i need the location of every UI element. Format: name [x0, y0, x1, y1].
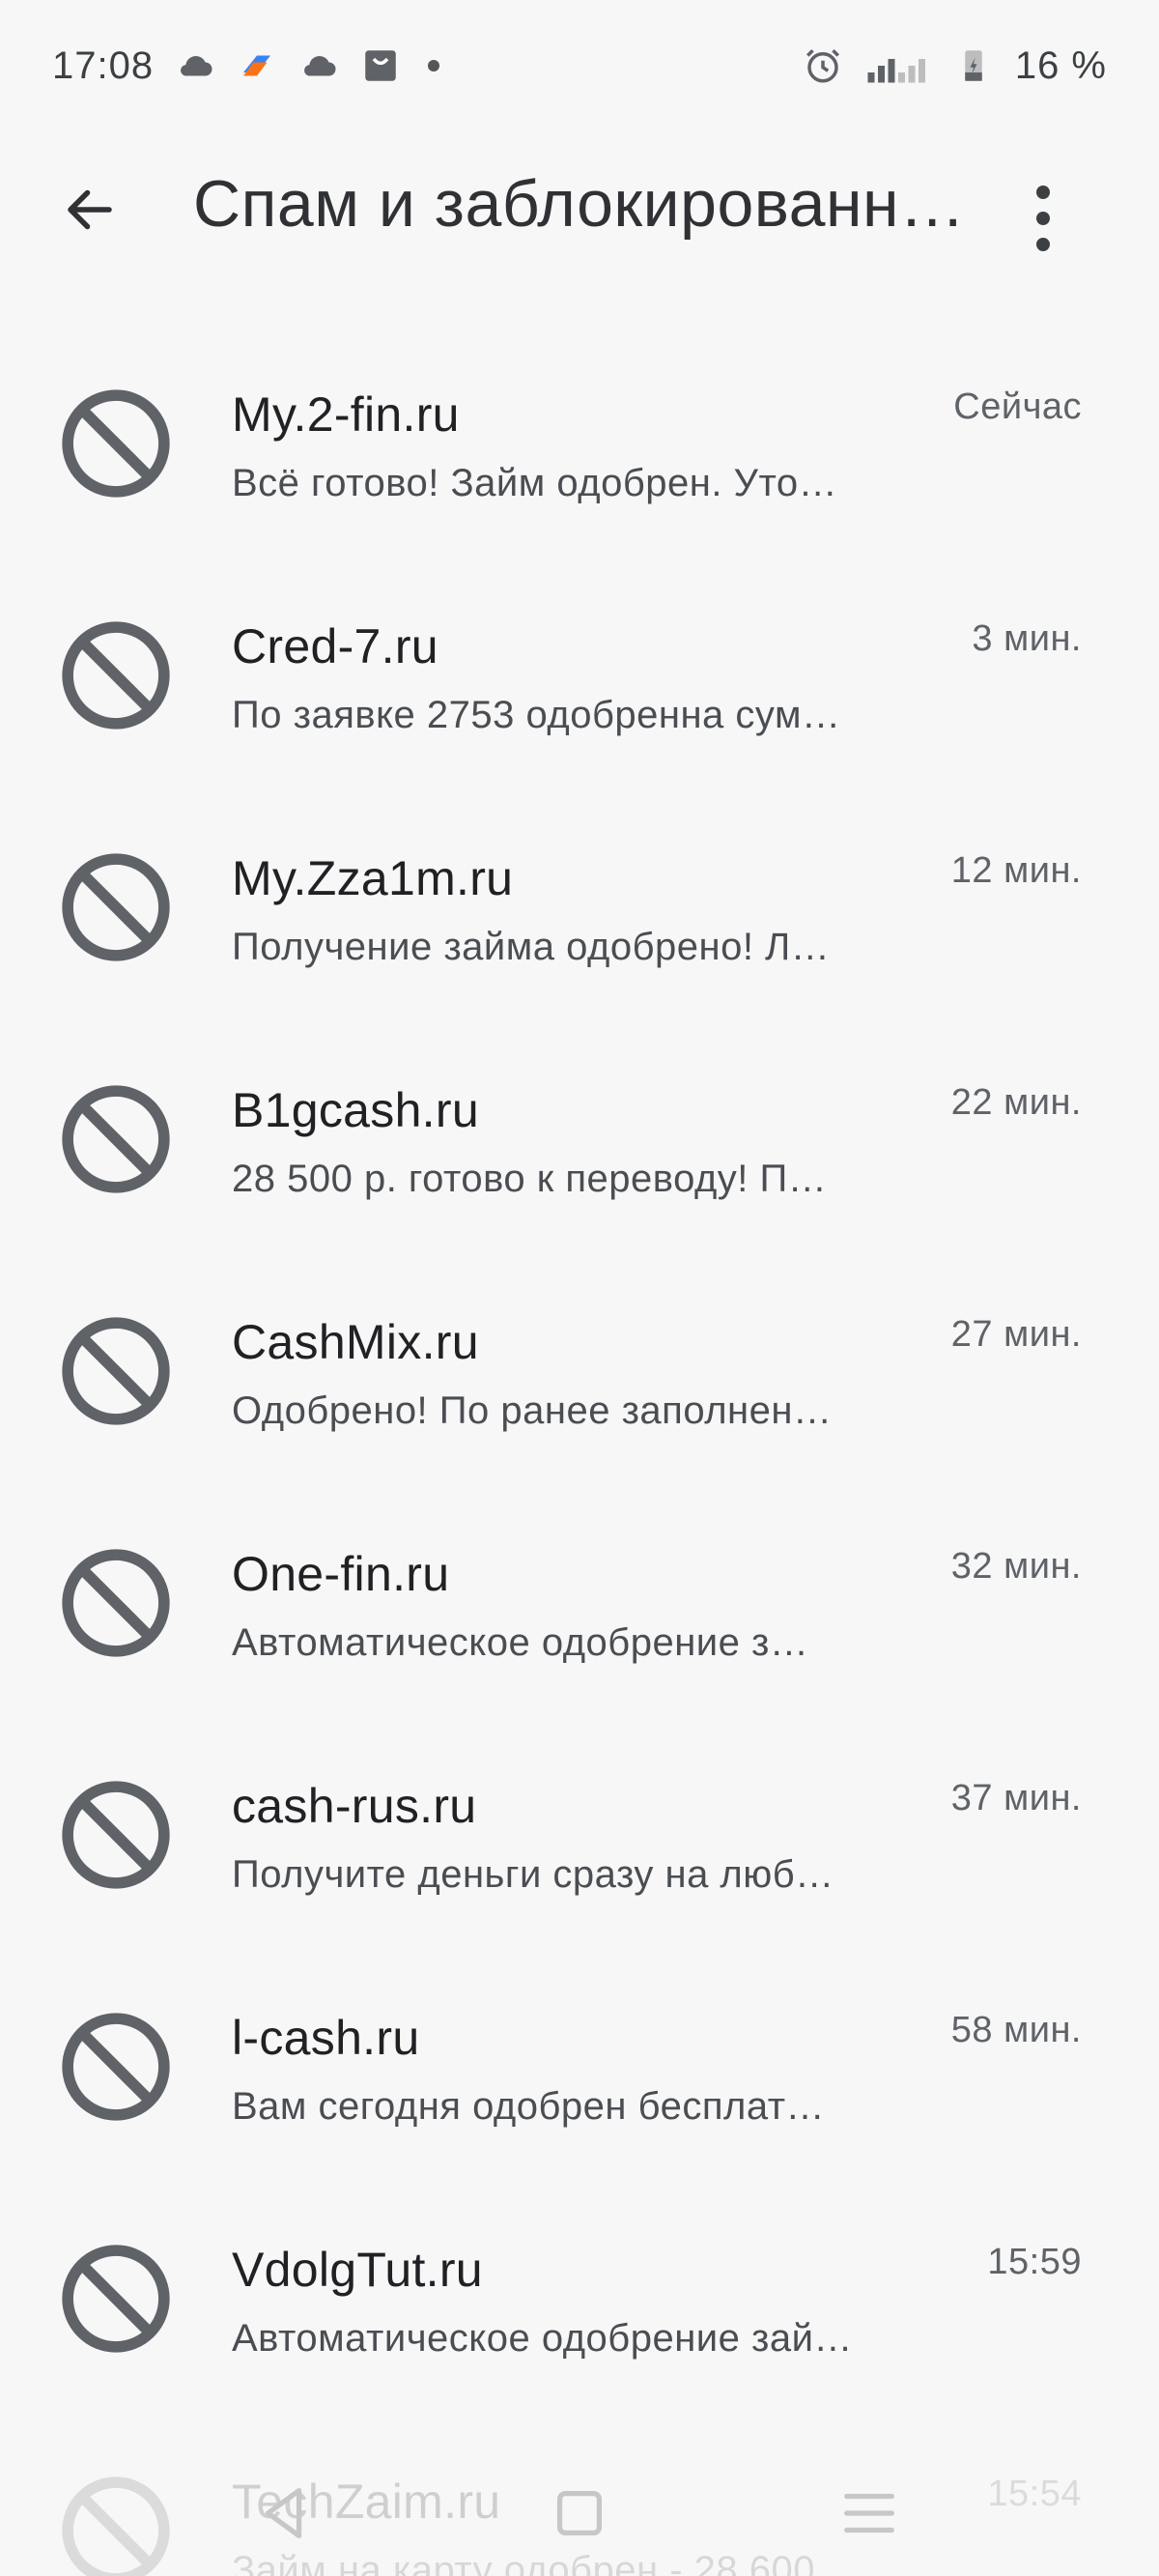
- sender-name: One-fin.ru: [232, 1547, 450, 1601]
- shopping-bag-icon: [360, 45, 401, 86]
- blocked-icon: [60, 2243, 172, 2355]
- more-notifications-dot: [428, 60, 440, 72]
- message-preview: Автоматическое одобрение зай…: [232, 2317, 853, 2360]
- sender-name: My.Zza1m.ru: [232, 851, 514, 905]
- blocked-icon: [60, 619, 172, 731]
- status-left: 17:08: [52, 43, 440, 88]
- conversation-list: My.2-fin.ru Всё готово! Займ одобрен. Ут…: [0, 348, 1159, 2576]
- more-dot-icon: [1036, 238, 1050, 251]
- app-notification-icon: [237, 45, 277, 86]
- message-time: 15:59: [987, 2242, 1082, 2282]
- message-time: 12 мин.: [950, 850, 1082, 891]
- blocked-icon: [60, 387, 172, 500]
- conversation-item[interactable]: CashMix.ru Одобрено! По ранее заполнен… …: [0, 1275, 1159, 1507]
- back-button[interactable]: [56, 176, 124, 243]
- status-right: 16 %: [803, 44, 1107, 88]
- hamburger-menu-icon: [844, 2493, 894, 2533]
- message-time: 27 мин.: [950, 1314, 1082, 1355]
- conversation-item[interactable]: Cred-7.ru По заявке 2753 одобренна сум… …: [0, 580, 1159, 812]
- status-bar: 17:08 16 %: [0, 0, 1159, 131]
- more-dot-icon: [1036, 186, 1050, 199]
- message-preview: Получение займа одобрено! Л…: [232, 926, 831, 968]
- conversation-item[interactable]: cash-rus.ru Получите деньги сразу на люб…: [0, 1739, 1159, 1971]
- message-time: 32 мин.: [950, 1546, 1082, 1587]
- more-options-button[interactable]: [1024, 180, 1062, 257]
- sender-name: Cred-7.ru: [232, 619, 438, 673]
- more-dot-icon: [1036, 212, 1050, 225]
- app-bar: Спам и заблокированн…: [0, 131, 1159, 282]
- blocked-icon: [60, 2011, 172, 2123]
- message-preview: Автоматическое одобрение з…: [232, 1621, 809, 1664]
- message-preview: 28 500 р. готово к переводу! П…: [232, 1158, 828, 1200]
- conversation-item[interactable]: B1gcash.ru 28 500 р. готово к переводу! …: [0, 1044, 1159, 1275]
- page-title: Спам и заблокированн…: [193, 167, 966, 241]
- navigation-bar: [0, 2450, 1159, 2576]
- sender-name: My.2-fin.ru: [232, 387, 460, 442]
- message-preview: Получите деньги сразу на люб…: [232, 1853, 834, 1896]
- conversation-item[interactable]: My.2-fin.ru Всё готово! Займ одобрен. Ут…: [0, 348, 1159, 580]
- message-preview: Одобрено! По ранее заполнен…: [232, 1389, 833, 1432]
- message-time: 58 мин.: [950, 2010, 1082, 2050]
- blocked-icon: [60, 1779, 172, 1891]
- message-preview: Вам сегодня одобрен бесплат…: [232, 2085, 826, 2128]
- alarm-icon: [803, 45, 843, 86]
- signal-icon: [864, 45, 932, 86]
- blocked-icon: [60, 1083, 172, 1195]
- blocked-icon: [60, 851, 172, 963]
- blocked-icon: [60, 1315, 172, 1427]
- message-time: 37 мин.: [950, 1778, 1082, 1818]
- square-home-icon: [556, 2490, 603, 2536]
- conversation-item[interactable]: My.Zza1m.ru Получение займа одобрено! Л……: [0, 812, 1159, 1044]
- nav-back-button[interactable]: [251, 2479, 319, 2547]
- conversation-item[interactable]: One-fin.ru Автоматическое одобрение з… 3…: [0, 1507, 1159, 1739]
- nav-home-button[interactable]: [546, 2479, 613, 2547]
- arrow-left-icon: [68, 189, 112, 230]
- message-time: 22 мин.: [950, 1082, 1082, 1123]
- message-preview: По заявке 2753 одобренна сум…: [232, 694, 841, 736]
- sender-name: CashMix.ru: [232, 1315, 479, 1369]
- conversation-item[interactable]: l-cash.ru Вам сегодня одобрен бесплат… 5…: [0, 1971, 1159, 2203]
- nav-menu-button[interactable]: [835, 2479, 903, 2547]
- sender-name: B1gcash.ru: [232, 1083, 479, 1137]
- message-preview: Всё готово! Займ одобрен. Уто…: [232, 462, 838, 504]
- sender-name: VdolgTut.ru: [232, 2243, 483, 2297]
- battery-icon: [953, 45, 994, 86]
- status-time: 17:08: [52, 43, 155, 87]
- cloud-icon: [175, 45, 215, 86]
- sender-name: l-cash.ru: [232, 2011, 420, 2065]
- battery-percent: 16 %: [1014, 43, 1107, 87]
- blocked-icon: [60, 1547, 172, 1659]
- message-time: 3 мин.: [972, 618, 1082, 659]
- message-time: Сейчас: [953, 386, 1082, 427]
- cloud-icon-2: [298, 45, 339, 86]
- sender-name: cash-rus.ru: [232, 1779, 477, 1833]
- triangle-back-icon: [265, 2488, 302, 2538]
- conversation-item[interactable]: VdolgTut.ru Автоматическое одобрение зай…: [0, 2203, 1159, 2435]
